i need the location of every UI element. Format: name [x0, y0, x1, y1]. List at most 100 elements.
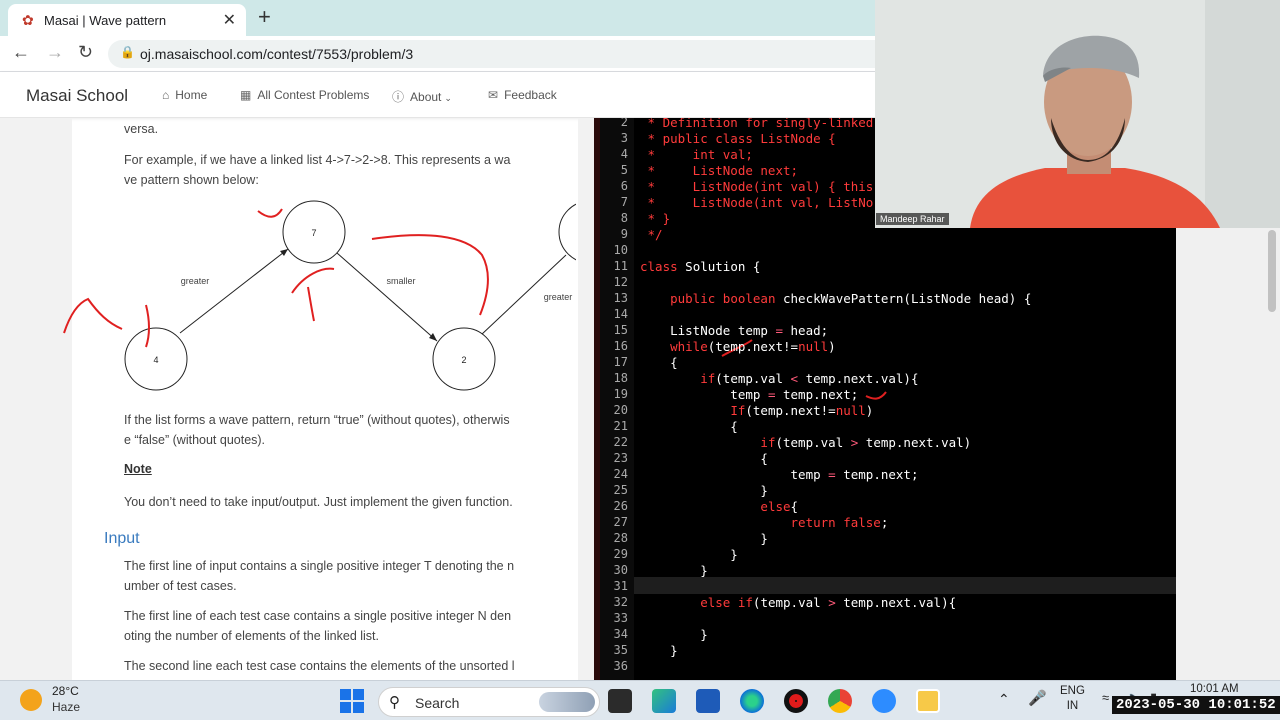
diagram-edge-label: greater [181, 276, 210, 286]
code-line[interactable]: } [640, 627, 708, 642]
code-line[interactable]: } [640, 643, 678, 658]
browser-tab[interactable]: ✿ Masai | Wave pattern ✕ [8, 4, 246, 36]
input-text-2: The first line of each test case contain… [124, 606, 524, 646]
language-indicator[interactable]: ENG IN [1060, 684, 1085, 714]
search-highlight-icon [539, 692, 595, 712]
edge-browser-icon[interactable] [740, 689, 764, 713]
code-line[interactable]: temp = temp.next; [640, 387, 858, 402]
task-view-icon[interactable] [608, 689, 632, 713]
recording-timestamp-overlay: 2023-05-30 10:01:52 [1112, 696, 1280, 714]
weather-sun-icon[interactable] [20, 689, 42, 711]
code-line[interactable]: */ [640, 227, 663, 242]
page-scrollbar[interactable] [1268, 230, 1276, 312]
code-line[interactable]: } [640, 563, 708, 578]
input-text-2-line-1: The first line of each test case contain… [124, 609, 512, 623]
chrome-icon[interactable] [828, 689, 852, 713]
taskbar-search-box[interactable]: ⚲ Search [378, 687, 600, 717]
code-line[interactable]: public boolean checkWavePattern(ListNode… [640, 291, 1031, 306]
participant-name-label: Mandeep Rahar [876, 213, 949, 225]
region-code: IN [1066, 700, 1079, 712]
forward-arrow-icon[interactable]: → [46, 42, 64, 63]
taskbar-search-label: Search [415, 695, 460, 711]
code-line[interactable]: if(temp.val > temp.next.val) [640, 435, 971, 450]
file-explorer-icon[interactable] [916, 689, 940, 713]
code-line[interactable]: ListNode temp = head; [640, 323, 828, 338]
code-line[interactable]: } [640, 547, 738, 562]
zoom-icon[interactable] [872, 689, 896, 713]
home-icon: ⌂ [162, 88, 170, 102]
chevron-up-icon[interactable]: ⌃ [998, 691, 1010, 708]
grid-icon: ▦ [240, 88, 252, 102]
tab-title: Masai | Wave pattern [44, 13, 167, 28]
code-line[interactable]: { [640, 451, 768, 466]
back-arrow-icon[interactable]: ← [12, 42, 30, 63]
code-line[interactable]: * public class ListNode { [640, 131, 836, 146]
lock-icon: 🔒 [120, 45, 135, 59]
wave-pattern-diagram: 4 7 2 greater smaller greater [63, 200, 576, 391]
panel-divider[interactable] [578, 118, 594, 680]
windows-start-icon[interactable] [340, 689, 364, 713]
windows-taskbar: 28°C Haze ⚲ Search ⌃ 🎤 ENG IN ≈ 🔈 ▮ 10:0… [0, 680, 1280, 720]
weather-condition[interactable]: Haze [52, 700, 80, 714]
clock-time[interactable]: 10:01 AM [1190, 683, 1239, 695]
code-line[interactable]: else if(temp.val > temp.next.val){ [640, 595, 956, 610]
problem-return-text: If the list forms a wave pattern, return… [124, 410, 524, 450]
problem-return-line-2: e “false” (without quotes). [124, 433, 266, 447]
code-line[interactable]: * int val; [640, 147, 753, 162]
wifi-icon[interactable]: ≈ [1102, 690, 1109, 705]
nav-about[interactable]: ⓘ About ⌄ [392, 88, 452, 105]
page-scroll-area [1176, 228, 1280, 680]
code-line[interactable]: * ListNode(int val, ListNo [640, 195, 874, 210]
store-icon[interactable] [696, 689, 720, 713]
code-line[interactable]: * } [640, 211, 671, 226]
reload-icon[interactable]: ↻ [78, 42, 93, 63]
weather-temperature[interactable]: 28°C [52, 684, 79, 698]
url-text: oj.masaischool.com/contest/7553/problem/… [140, 46, 414, 62]
code-line[interactable]: class Solution { [640, 259, 760, 274]
nav-all-contest-problems[interactable]: ▦ All Contest Problems [240, 88, 369, 102]
brand-logo-text[interactable]: Masai School [26, 86, 128, 106]
close-tab-icon[interactable]: ✕ [223, 10, 236, 30]
nav-feedback[interactable]: ✉ Feedback [488, 88, 557, 102]
nav-about-label: About [410, 90, 442, 104]
language-code: ENG [1060, 685, 1085, 697]
problem-example-line-1: For example, if we have a linked list 4-… [124, 153, 511, 167]
code-line[interactable]: temp = temp.next; [640, 467, 919, 482]
code-line[interactable]: * Definition for singly-linked [640, 118, 874, 130]
nav-home[interactable]: ⌂ Home [162, 88, 207, 102]
widgets-icon[interactable] [652, 689, 676, 713]
input-heading: Input [104, 530, 140, 547]
input-text-1-line-2: umber of test cases. [124, 579, 237, 593]
input-text-3: The second line each test case contains … [124, 659, 515, 673]
diagram-node-label: 4 [153, 355, 158, 365]
nav-feedback-label: Feedback [504, 88, 557, 102]
chevron-down-icon: ⌄ [444, 93, 452, 103]
code-line[interactable]: * ListNode(int val) { this [640, 179, 874, 194]
webcam-video [875, 0, 1280, 228]
code-line[interactable]: If(temp.next!=null) [640, 403, 873, 418]
feedback-icon: ✉ [488, 88, 499, 102]
problem-return-line-1: If the list forms a wave pattern, return… [124, 413, 510, 427]
code-line[interactable]: { [640, 355, 678, 370]
code-line[interactable]: { [640, 419, 738, 434]
problem-example-line-2: ve pattern shown below: [124, 173, 259, 187]
new-tab-icon[interactable]: + [258, 4, 271, 30]
note-text: You don’t need to take input/output. Jus… [124, 495, 513, 509]
code-line[interactable]: * ListNode next; [640, 163, 799, 178]
nav-all-contest-problems-label: All Contest Problems [257, 88, 370, 102]
microphone-icon[interactable]: 🎤 [1028, 689, 1047, 707]
code-line[interactable]: } [640, 483, 768, 498]
diagram-edge-label: smaller [386, 276, 415, 286]
note-heading: Note [124, 462, 152, 476]
code-line[interactable]: return false; [640, 515, 889, 530]
code-line[interactable]: } [640, 531, 768, 546]
search-icon: ⚲ [389, 694, 400, 711]
code-line[interactable]: else{ [640, 499, 798, 514]
input-text-2-line-2: oting the number of elements of the link… [124, 629, 380, 643]
input-text-1-line-1: The first line of input contains a singl… [124, 559, 515, 573]
code-line[interactable]: while(temp.next!=null) [640, 339, 836, 354]
record-icon[interactable] [784, 689, 808, 713]
code-line[interactable]: if(temp.val < temp.next.val){ [640, 371, 918, 386]
site-navbar: Masai School ⌂ Home ▦ All Contest Problems… [0, 72, 880, 118]
problem-example-text: For example, if we have a linked list 4-… [124, 150, 524, 190]
